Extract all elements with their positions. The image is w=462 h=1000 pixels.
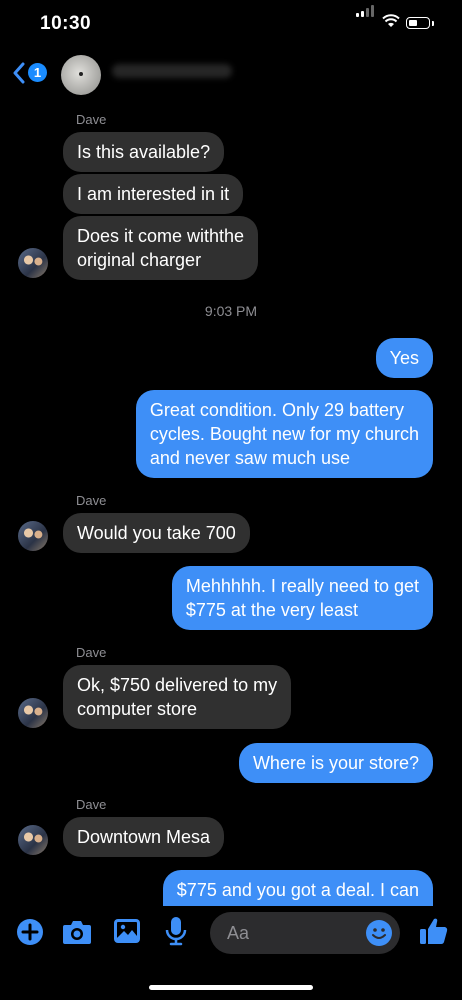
home-indicator[interactable] (149, 985, 313, 990)
incoming-message[interactable]: Does it come withthe original charger (63, 216, 259, 280)
wifi-icon (382, 14, 400, 27)
camera-icon[interactable] (62, 919, 92, 945)
emoji-icon[interactable] (365, 919, 393, 947)
gallery-icon[interactable] (113, 918, 141, 944)
incoming-message[interactable]: I am interested in it (63, 174, 244, 214)
battery-icon (406, 17, 430, 29)
contact-avatar[interactable] (61, 55, 101, 95)
contact-name-redacted[interactable] (112, 64, 232, 78)
message-timestamp: 9:03 PM (204, 303, 258, 319)
sender-name: Dave (76, 797, 107, 812)
outgoing-message[interactable]: Mehhhhh. I really need to get $775 at th… (171, 566, 433, 630)
incoming-message[interactable]: Ok, $750 delivered to my computer store (63, 665, 292, 729)
dave-avatar[interactable] (18, 521, 48, 551)
thumbs-up-icon[interactable] (419, 916, 449, 946)
status-bar: 10:30 (0, 0, 462, 50)
dave-avatar[interactable] (18, 248, 48, 278)
sender-name: Dave (76, 493, 107, 508)
incoming-message[interactable]: Downtown Mesa (63, 817, 225, 857)
message-input[interactable]: Aa (210, 912, 400, 954)
unread-badge[interactable]: 1 (28, 63, 47, 82)
plus-icon[interactable] (16, 918, 44, 946)
battery-tip (432, 21, 434, 26)
microphone-icon[interactable] (165, 916, 187, 946)
outgoing-message[interactable]: Great condition. Only 29 battery cycles.… (135, 390, 433, 478)
dave-avatar[interactable] (18, 825, 48, 855)
message-input-placeholder: Aa (227, 923, 250, 943)
conversation-header: 1 (0, 50, 462, 100)
sender-name: Dave (76, 645, 107, 660)
back-chevron-icon[interactable] (12, 62, 26, 84)
outgoing-message[interactable]: Where is your store? (238, 743, 433, 783)
outgoing-message[interactable]: Yes (375, 338, 433, 378)
incoming-message[interactable]: Is this available? (63, 132, 225, 172)
status-time: 10:30 (40, 13, 92, 34)
sender-name: Dave (76, 112, 107, 127)
dave-avatar[interactable] (18, 698, 48, 728)
incoming-message[interactable]: Would you take 700 (63, 513, 250, 553)
